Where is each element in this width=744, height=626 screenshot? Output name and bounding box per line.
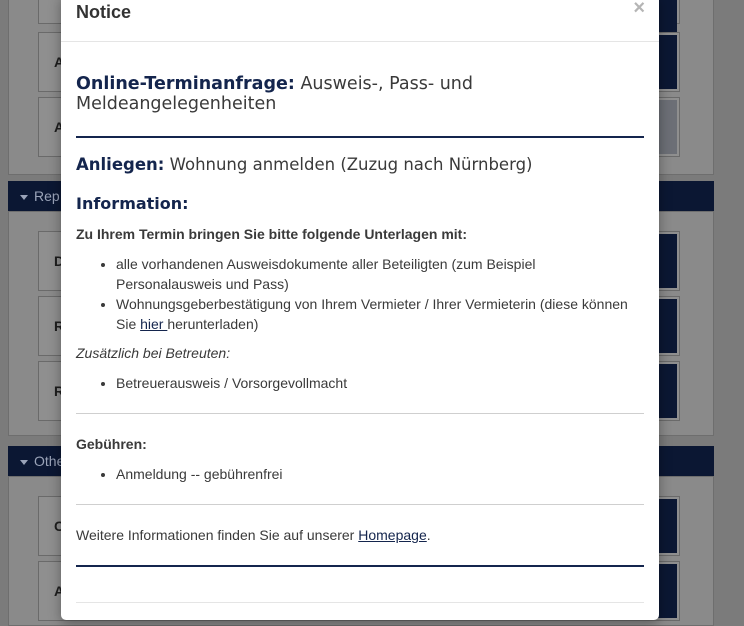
caret-down-icon	[20, 194, 28, 200]
modal-title: Notice	[76, 2, 132, 22]
list-item: alle vorhandenen Ausweisdokumente aller …	[116, 254, 644, 294]
divider	[76, 413, 644, 414]
close-icon[interactable]: ×	[633, 0, 645, 18]
fees-list: Anmeldung -- gebührenfrei	[76, 464, 644, 484]
list-item: Wohnungsgeberbestätigung von Ihrem Vermi…	[116, 294, 644, 334]
information-heading: Information:	[76, 194, 189, 213]
download-link[interactable]: hier	[140, 316, 167, 332]
notice-modal: Notice × Online-Terminanfrage: Ausweis-,…	[61, 0, 659, 620]
divider	[76, 565, 644, 567]
list-item: Anmeldung -- gebührenfrei	[116, 464, 644, 484]
concern-line: Anliegen: Wohnung anmelden (Zuzug nach N…	[76, 155, 533, 174]
list-item: Betreuerausweis / Vorsorgevollmacht	[116, 373, 644, 393]
modal-footer-divider	[76, 602, 644, 603]
required-documents-intro: Zu Ihrem Termin bringen Sie bitte folgen…	[76, 226, 467, 242]
caret-down-icon	[20, 459, 28, 465]
more-info-line: Weitere Informationen finden Sie auf uns…	[76, 527, 431, 543]
caregiver-list: Betreuerausweis / Vorsorgevollmacht	[76, 373, 644, 393]
divider	[76, 136, 644, 138]
caregiver-label: Zusätzlich bei Betreuten:	[76, 345, 231, 361]
modal-header: Notice ×	[61, 0, 659, 42]
homepage-link[interactable]: Homepage	[358, 527, 427, 543]
appointment-heading: Online-Terminanfrage: Ausweis-, Pass- un…	[76, 74, 474, 114]
required-documents-list: alle vorhandenen Ausweisdokumente aller …	[76, 254, 644, 334]
fees-heading: Gebühren:	[76, 436, 147, 452]
divider	[76, 504, 644, 505]
